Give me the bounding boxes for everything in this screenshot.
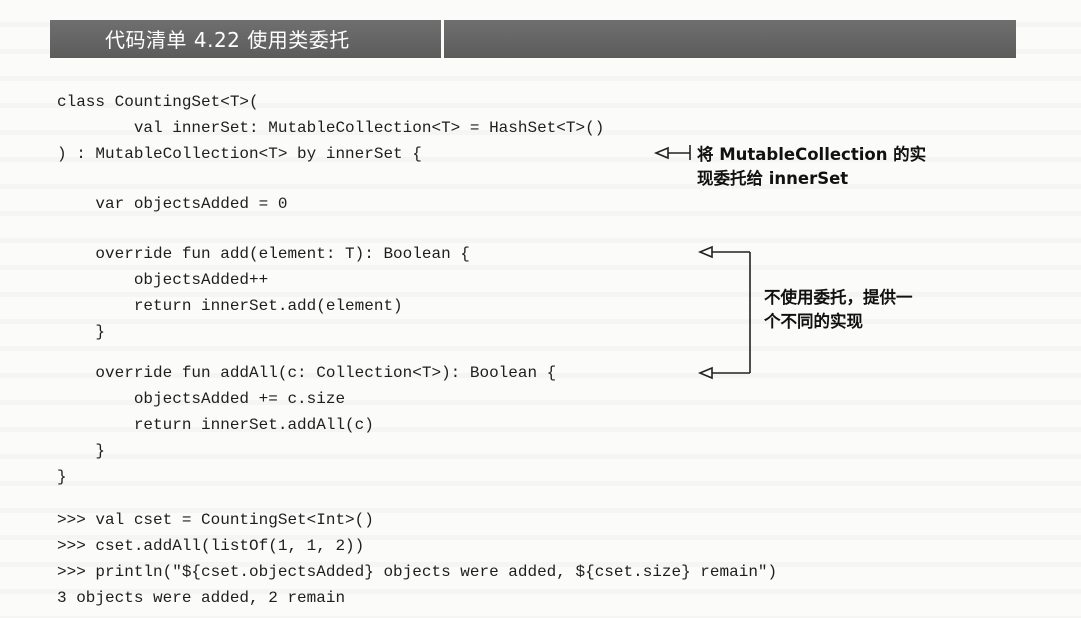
code-line: } [57,468,67,486]
code-line: override fun add(element: T): Boolean { [57,245,470,263]
delegation-callout-arrow [653,145,691,160]
annotation-line: 个不同的实现 [764,312,863,331]
code-line: objectsAdded++ [57,271,269,289]
annotation-line: 不使用委托，提供一 [764,288,913,307]
book-page: 代码清单 4.22 使用类委托 class CountingSet<T>( va… [0,0,1081,618]
override-annotation: 不使用委托，提供一 个不同的实现 [764,286,913,334]
code-line: ) : MutableCollection<T> by innerSet { [57,145,422,163]
code-line: val innerSet: MutableCollection<T> = Has… [57,119,605,137]
code-line: >>> val cset = CountingSet<Int>() [57,511,374,529]
code-line: var objectsAdded = 0 [57,195,288,213]
code-line: return innerSet.add(element) [57,297,403,315]
code-line: class CountingSet<T>( [57,93,259,111]
override-callout-arrow [697,245,751,380]
code-line: } [57,323,106,341]
code-line: >>> println("${cset.objectsAdded} object… [57,563,778,581]
code-line: >>> cset.addAll(listOf(1, 1, 2)) [57,537,365,555]
listing-header-separator [441,20,444,58]
delegation-annotation: 将 MutableCollection 的实 现委托给 innerSet [697,143,926,191]
code-line: } [57,442,106,460]
code-line: override fun addAll(c: Collection<T>): B… [57,364,557,382]
annotation-line: 现委托给 innerSet [697,169,849,188]
code-line: objectsAdded += c.size [57,390,346,408]
annotation-line: 将 MutableCollection 的实 [697,145,927,164]
listing-title: 代码清单 4.22 使用类委托 [105,28,350,52]
code-line: return innerSet.addAll(c) [57,416,374,434]
code-line: 3 objects were added, 2 remain [57,589,346,607]
